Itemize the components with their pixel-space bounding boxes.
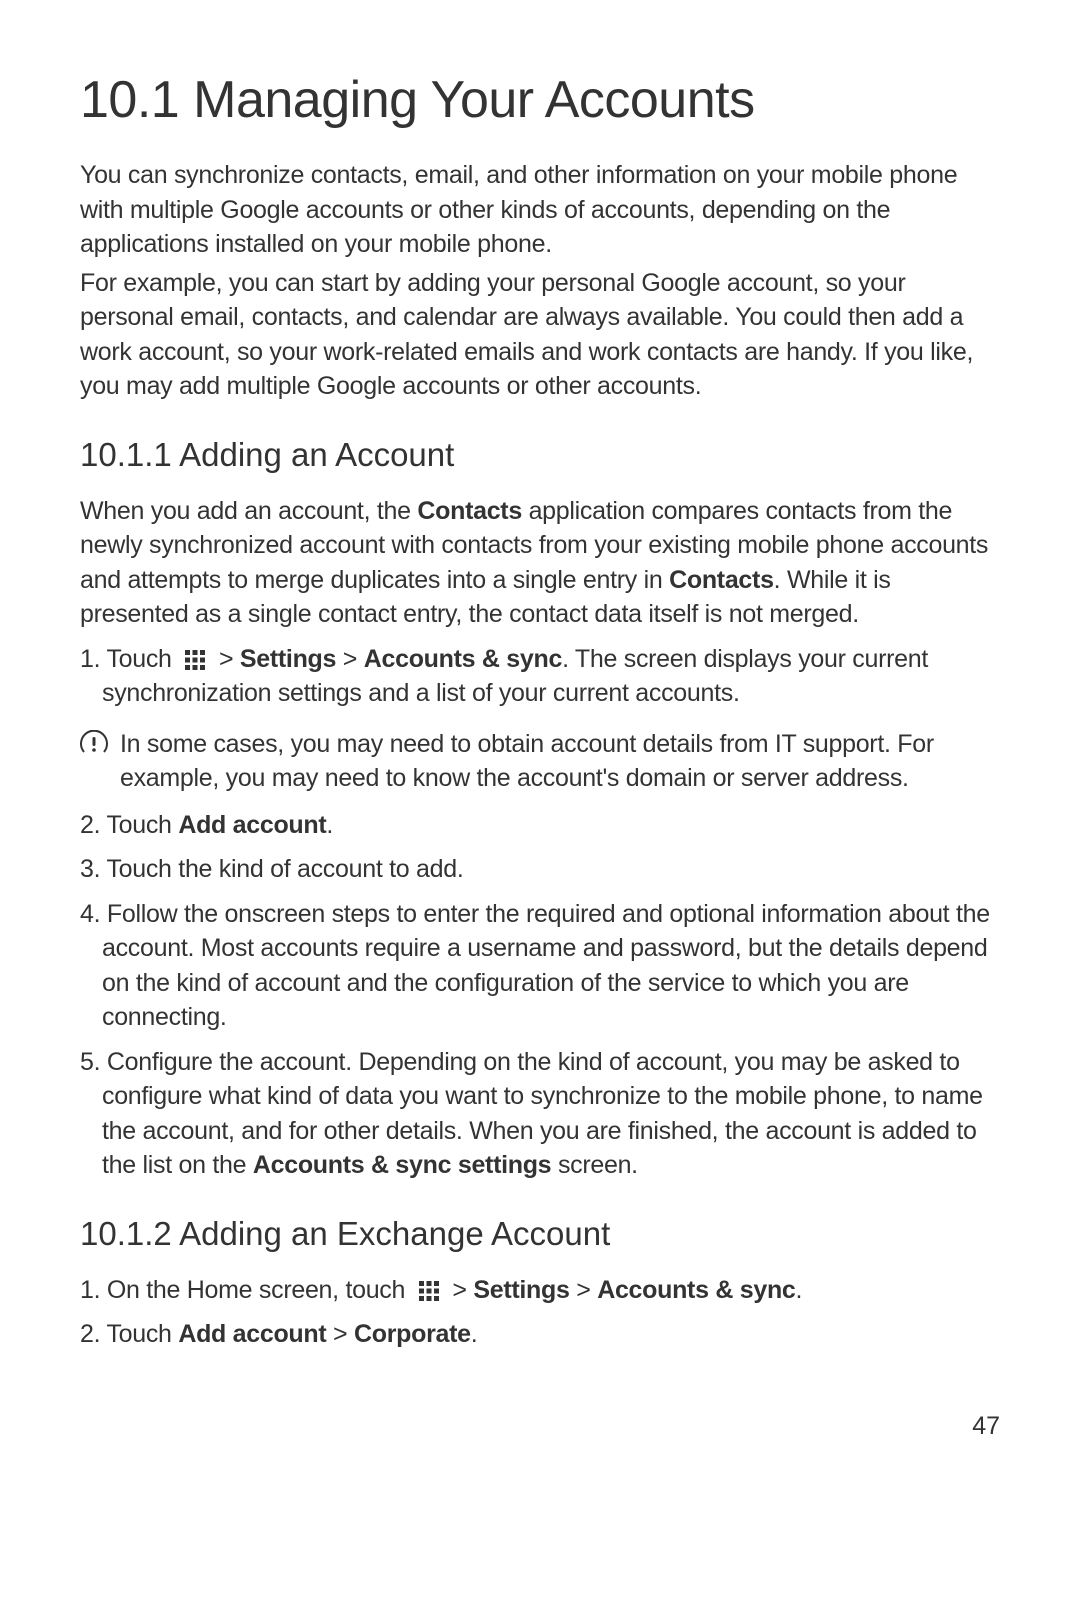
- text-fragment: screen.: [551, 1151, 638, 1179]
- info-icon: [80, 730, 108, 763]
- note-callout: In some cases, you may need to obtain ac…: [80, 727, 1000, 796]
- bold-contacts: Contacts: [417, 497, 522, 525]
- bold-add-account: Add account: [178, 1320, 326, 1348]
- bold-contacts: Contacts: [669, 566, 774, 594]
- document-page: 10.1 Managing Your Accounts You can sync…: [0, 0, 1080, 1481]
- text-fragment: >: [326, 1320, 354, 1348]
- text-fragment: >: [570, 1276, 598, 1304]
- text-fragment: 1. Touch: [80, 645, 178, 673]
- section1-paragraph: When you add an account, the Contacts ap…: [80, 494, 1000, 632]
- note-text: In some cases, you may need to obtain ac…: [120, 727, 1000, 796]
- apps-grid-icon: [418, 1280, 440, 1302]
- section2-step-1: 1. On the Home screen, touch > Settings …: [80, 1273, 1000, 1308]
- text-fragment: >: [212, 645, 240, 673]
- bold-corporate: Corporate: [354, 1320, 471, 1348]
- bold-settings: Settings: [473, 1276, 569, 1304]
- text-fragment: .: [796, 1276, 803, 1304]
- text-fragment: 1. On the Home screen, touch: [80, 1276, 412, 1304]
- text-fragment: 2. Touch: [80, 811, 178, 839]
- section-heading-1: 10.1.1 Adding an Account: [80, 436, 1000, 474]
- intro-paragraph-1: You can synchronize contacts, email, and…: [80, 158, 1000, 262]
- step-2: 2. Touch Add account.: [80, 808, 1000, 843]
- text-fragment: 2. Touch: [80, 1320, 178, 1348]
- intro-paragraph-2: For example, you can start by adding you…: [80, 266, 1000, 404]
- page-title: 10.1 Managing Your Accounts: [80, 70, 1000, 130]
- step-1: 1. Touch > Settings > Accounts & sync. T…: [80, 642, 1000, 711]
- apps-grid-icon: [184, 649, 206, 671]
- text-fragment: When you add an account, the: [80, 497, 417, 525]
- bold-accounts-sync: Accounts & sync: [364, 645, 562, 673]
- text-fragment: .: [471, 1320, 478, 1348]
- page-number: 47: [80, 1412, 1000, 1441]
- step-3: 3. Touch the kind of account to add.: [80, 852, 1000, 887]
- step-5: 5. Configure the account. Depending on t…: [80, 1045, 1000, 1183]
- bold-add-account: Add account: [178, 811, 326, 839]
- text-fragment: .: [326, 811, 333, 839]
- step-4: 4. Follow the onscreen steps to enter th…: [80, 897, 1000, 1035]
- bold-accounts-sync: Accounts & sync: [597, 1276, 795, 1304]
- bold-accounts-sync-settings: Accounts & sync settings: [253, 1151, 551, 1179]
- text-fragment: >: [336, 645, 364, 673]
- text-fragment: >: [446, 1276, 474, 1304]
- bold-settings: Settings: [240, 645, 336, 673]
- section-heading-2: 10.1.2 Adding an Exchange Account: [80, 1215, 1000, 1253]
- section2-step-2: 2. Touch Add account > Corporate.: [80, 1317, 1000, 1352]
